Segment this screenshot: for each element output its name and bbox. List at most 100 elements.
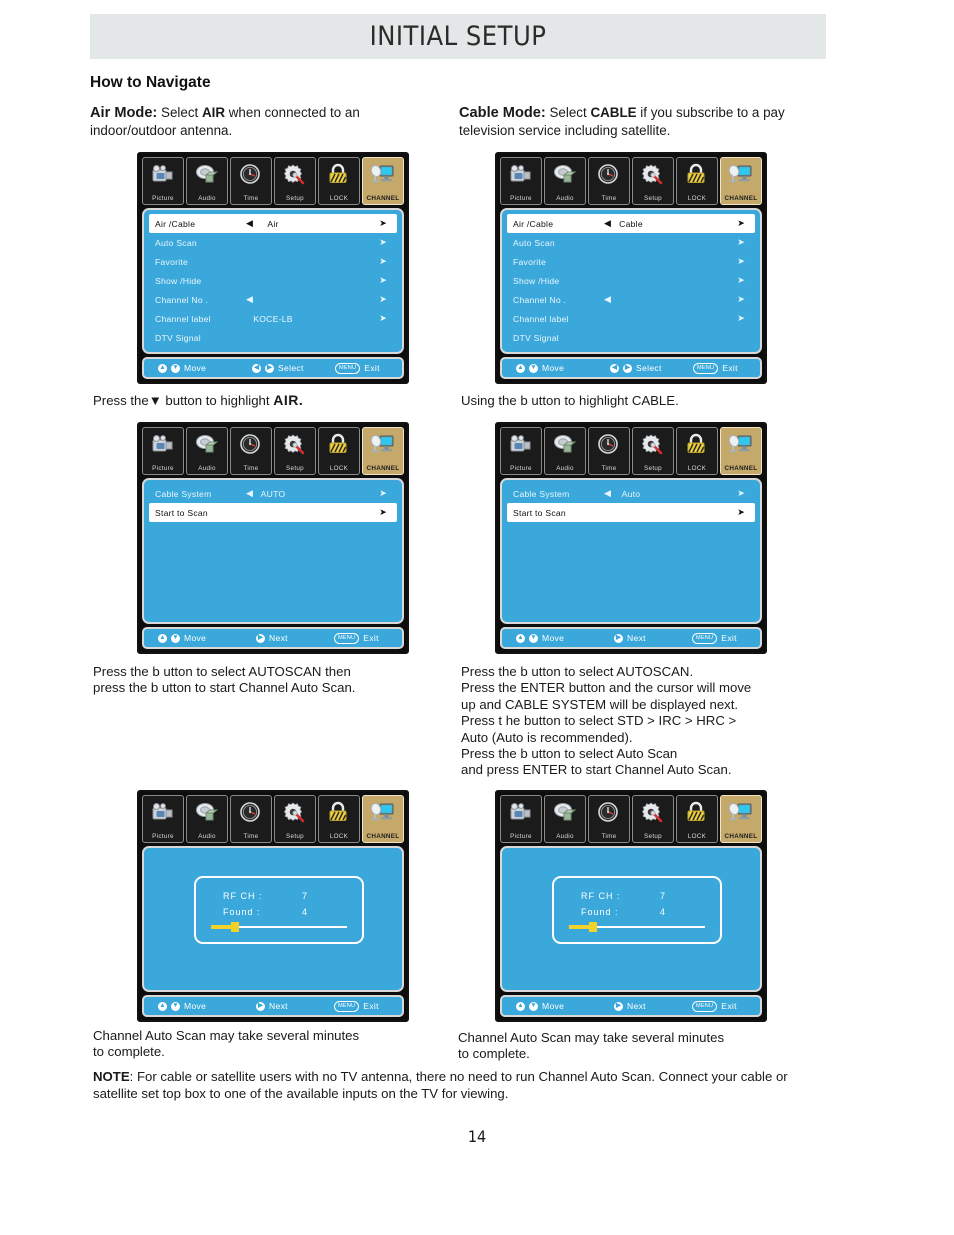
osd-menu-row[interactable]: Start to Scan ➤ <box>149 503 397 522</box>
left-arrow-icon[interactable]: ◀ <box>246 219 253 228</box>
right-arrow-icon[interactable]: ➤ <box>379 508 387 517</box>
osd-menu-row[interactable]: Channel No . ◀ ➤ <box>149 290 397 309</box>
osd-menu-row[interactable]: Cable System ◀ Auto ➤ <box>507 484 755 503</box>
osd-tab-audio[interactable]: Audio <box>186 427 228 475</box>
osd-menu-row[interactable]: Favorite ➤ <box>507 252 755 271</box>
osd-menu-row[interactable]: Start to Scan ➤ <box>507 503 755 522</box>
up-arrow-button-icon[interactable]: ▲ <box>158 363 167 373</box>
left-arrow-icon[interactable]: ◀ <box>604 219 611 228</box>
osd-tab-picture[interactable]: Picture <box>500 795 542 843</box>
osd-menu-row[interactable]: Cable System ◀ AUTO ➤ <box>149 484 397 503</box>
osd-tab-audio[interactable]: Audio <box>544 157 586 205</box>
right-arrow-button-icon[interactable]: ▶ <box>623 363 632 373</box>
osd-tab-lock[interactable]: LOCK <box>676 795 718 843</box>
menu-button-icon[interactable]: MENU <box>335 362 361 374</box>
osd-tab-time[interactable]: Time <box>588 427 630 475</box>
osd-menu-row[interactable]: Auto Scan ➤ <box>149 233 397 252</box>
osd-tab-time[interactable]: Time <box>588 795 630 843</box>
left-arrow-icon[interactable]: ◀ <box>604 489 611 498</box>
osd-tab-time[interactable]: Time <box>230 795 272 843</box>
right-arrow-icon[interactable]: ➤ <box>737 238 745 247</box>
osd-tab-lock[interactable]: LOCK <box>676 427 718 475</box>
osd-menu-row[interactable]: Show /Hide ➤ <box>507 271 755 290</box>
right-arrow-icon[interactable]: ➤ <box>379 276 387 285</box>
right-arrow-icon[interactable]: ➤ <box>379 238 387 247</box>
osd-menu-row[interactable]: Channel No . ◀ ➤ <box>507 290 755 309</box>
osd-menu-row[interactable]: DTV Signal <box>507 328 755 347</box>
right-arrow-icon[interactable]: ➤ <box>379 489 387 498</box>
right-arrow-icon[interactable]: ➤ <box>737 314 745 323</box>
down-arrow-button-icon[interactable]: ▼ <box>171 1001 180 1011</box>
left-arrow-icon[interactable]: ◀ <box>604 295 611 304</box>
right-arrow-icon[interactable]: ➤ <box>737 276 745 285</box>
osd-menu-row[interactable]: Auto Scan ➤ <box>507 233 755 252</box>
osd-tab-picture[interactable]: Picture <box>500 427 542 475</box>
osd-tab-lock[interactable]: LOCK <box>676 157 718 205</box>
osd-menu-row[interactable]: DTV Signal <box>149 328 397 347</box>
right-arrow-button-icon[interactable]: ▶ <box>614 1001 623 1011</box>
right-arrow-icon[interactable]: ➤ <box>737 489 745 498</box>
menu-button-icon[interactable]: MENU <box>334 1000 360 1012</box>
osd-tab-lock[interactable]: LOCK <box>318 427 360 475</box>
osd-tab-setup[interactable]: Setup <box>274 795 316 843</box>
menu-button-icon[interactable]: MENU <box>692 632 718 644</box>
osd-tab-time[interactable]: Time <box>230 157 272 205</box>
right-arrow-icon[interactable]: ➤ <box>379 257 387 266</box>
down-arrow-button-icon[interactable]: ▼ <box>171 633 180 643</box>
osd-tab-lock[interactable]: LOCK <box>318 157 360 205</box>
osd-tab-setup[interactable]: Setup <box>274 427 316 475</box>
right-arrow-icon[interactable]: ➤ <box>379 314 387 323</box>
osd-tab-audio[interactable]: Audio <box>544 427 586 475</box>
menu-button-icon[interactable]: MENU <box>692 1000 718 1012</box>
down-arrow-button-icon[interactable]: ▼ <box>529 363 538 373</box>
right-arrow-icon[interactable]: ➤ <box>737 295 745 304</box>
down-arrow-button-icon[interactable]: ▼ <box>171 363 180 373</box>
osd-tab-channel[interactable]: CHANNEL <box>720 427 762 475</box>
osd-tab-channel[interactable]: CHANNEL <box>720 795 762 843</box>
left-arrow-icon[interactable]: ◀ <box>246 295 253 304</box>
right-arrow-icon[interactable]: ➤ <box>379 219 387 228</box>
osd-tab-picture[interactable]: Picture <box>142 795 184 843</box>
osd-menu-row[interactable]: Show /Hide ➤ <box>149 271 397 290</box>
osd-tab-setup[interactable]: Setup <box>632 157 674 205</box>
osd-tab-picture[interactable]: Picture <box>142 427 184 475</box>
osd-tab-picture[interactable]: Picture <box>500 157 542 205</box>
right-arrow-icon[interactable]: ➤ <box>379 295 387 304</box>
osd-tab-audio[interactable]: Audio <box>544 795 586 843</box>
osd-tab-setup[interactable]: Setup <box>632 427 674 475</box>
osd-menu-row[interactable]: Air /Cable ◀ Cable ➤ <box>507 214 755 233</box>
osd-menu-row[interactable]: Air /Cable ◀ Air ➤ <box>149 214 397 233</box>
osd-menu-row[interactable]: Favorite ➤ <box>149 252 397 271</box>
left-arrow-button-icon[interactable]: ◀ <box>610 363 619 373</box>
osd-tab-time[interactable]: Time <box>230 427 272 475</box>
up-arrow-button-icon[interactable]: ▲ <box>158 1001 167 1011</box>
down-arrow-button-icon[interactable]: ▼ <box>529 633 538 643</box>
menu-button-icon[interactable]: MENU <box>334 632 360 644</box>
osd-tab-picture[interactable]: Picture <box>142 157 184 205</box>
right-arrow-button-icon[interactable]: ▶ <box>256 633 265 643</box>
right-arrow-icon[interactable]: ➤ <box>737 257 745 266</box>
osd-tab-setup[interactable]: Setup <box>274 157 316 205</box>
osd-menu-row[interactable]: Channel label KOCE-LB ➤ <box>149 309 397 328</box>
osd-tab-channel[interactable]: CHANNEL <box>362 157 404 205</box>
osd-tab-channel[interactable]: CHANNEL <box>720 157 762 205</box>
right-arrow-button-icon[interactable]: ▶ <box>614 633 623 643</box>
menu-button-icon[interactable]: MENU <box>693 362 719 374</box>
osd-tab-setup[interactable]: Setup <box>632 795 674 843</box>
down-arrow-button-icon[interactable]: ▼ <box>529 1001 538 1011</box>
osd-tab-time[interactable]: Time <box>588 157 630 205</box>
up-arrow-button-icon[interactable]: ▲ <box>516 633 525 643</box>
osd-tab-audio[interactable]: Audio <box>186 157 228 205</box>
osd-tab-channel[interactable]: CHANNEL <box>362 427 404 475</box>
right-arrow-icon[interactable]: ➤ <box>737 508 745 517</box>
up-arrow-button-icon[interactable]: ▲ <box>516 363 525 373</box>
right-arrow-icon[interactable]: ➤ <box>737 219 745 228</box>
left-arrow-icon[interactable]: ◀ <box>246 489 253 498</box>
right-arrow-button-icon[interactable]: ▶ <box>256 1001 265 1011</box>
osd-tab-lock[interactable]: LOCK <box>318 795 360 843</box>
osd-tab-channel[interactable]: CHANNEL <box>362 795 404 843</box>
osd-tab-audio[interactable]: Audio <box>186 795 228 843</box>
up-arrow-button-icon[interactable]: ▲ <box>516 1001 525 1011</box>
up-arrow-button-icon[interactable]: ▲ <box>158 633 167 643</box>
right-arrow-button-icon[interactable]: ▶ <box>265 363 274 373</box>
